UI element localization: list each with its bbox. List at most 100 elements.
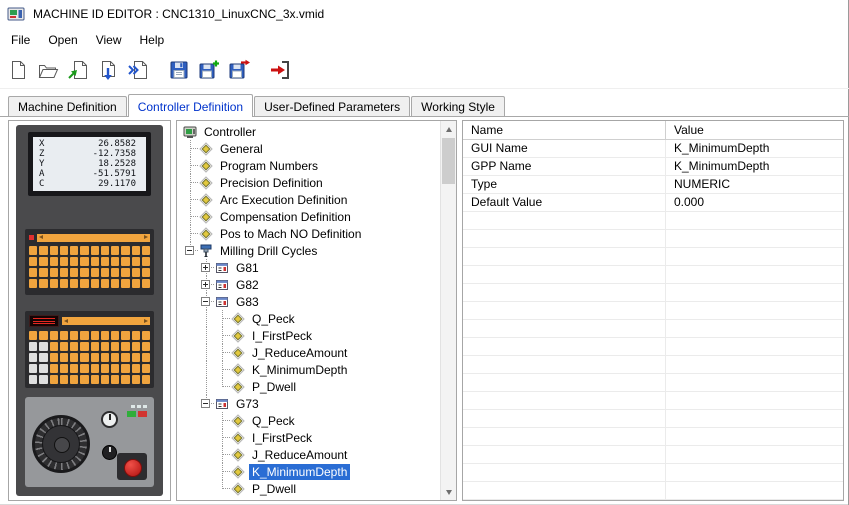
property-row-type[interactable]: Type NUMERIC [463, 176, 843, 194]
property-value [666, 464, 843, 481]
parameter-icon [231, 481, 245, 496]
controller-tree: Controller General Program Numbers Precisio… [179, 123, 439, 497]
tree-item-milling-drill-cycles[interactable]: Milling Drill Cycles [179, 242, 439, 259]
tree-item-g82[interactable]: G82 [179, 276, 439, 293]
menu-help[interactable]: Help [131, 29, 174, 51]
property-row-gpp-name[interactable]: GPP Name K_MinimumDepth [463, 158, 843, 176]
property-row-default-value[interactable]: Default Value 0.000 [463, 194, 843, 212]
key-icon [90, 375, 99, 384]
key-icon [141, 246, 150, 255]
key-icon [29, 279, 38, 288]
tab-controller-definition[interactable]: Controller Definition [127, 94, 254, 117]
key-icon [121, 279, 130, 288]
expand-icon[interactable] [201, 280, 210, 289]
property-row-empty [463, 392, 843, 410]
collapse-icon[interactable] [201, 399, 210, 408]
save-button[interactable] [166, 57, 191, 82]
tree-item-program-numbers[interactable]: Program Numbers [179, 157, 439, 174]
tree-guide [183, 378, 199, 395]
exit-button[interactable] [267, 57, 292, 82]
key-icon [100, 268, 109, 277]
scroll-up-button[interactable] [441, 121, 456, 137]
keyboard-upper [25, 229, 154, 295]
send-document-button[interactable] [125, 57, 150, 82]
key-icon [29, 257, 38, 266]
column-header-name: Name [463, 121, 666, 139]
tree-item-precision-definition[interactable]: Precision Definition [179, 174, 439, 191]
tree-item-j-reduceamount[interactable]: J_ReduceAmount [179, 446, 439, 463]
tree-connector [199, 276, 215, 293]
tree-item-q-peck[interactable]: Q_Peck [179, 310, 439, 327]
tree-item-k-minimumdepth[interactable]: K_MinimumDepth [179, 361, 439, 378]
property-row-gui-name[interactable]: GUI Name K_MinimumDepth [463, 140, 843, 158]
tree-item-k-minimumdepth[interactable]: K_MinimumDepth [179, 463, 439, 480]
key-icon [80, 342, 89, 351]
properties-body: GUI Name K_MinimumDepth GPP Name K_MinimumD… [463, 140, 843, 500]
property-value: 0.000 [674, 195, 705, 209]
diamond-icon [199, 209, 213, 224]
tree-item-general[interactable]: General [179, 140, 439, 157]
key-icon [90, 364, 99, 373]
key-icon [141, 268, 150, 277]
axis-readout-y: Y 18.2528 [39, 159, 136, 169]
menu-open[interactable]: Open [39, 29, 86, 51]
save-export-button[interactable] [226, 57, 251, 82]
scrollbar-thumb[interactable] [442, 138, 455, 184]
tree-item-compensation-definition[interactable]: Compensation Definition [179, 208, 439, 225]
tree-connector [183, 174, 199, 191]
menu-view[interactable]: View [87, 29, 131, 51]
tree-guide [183, 395, 199, 412]
tree-item-p-dwell[interactable]: P_Dwell [179, 480, 439, 497]
tree-item-arc-execution-definition[interactable]: Arc Execution Definition [179, 191, 439, 208]
menu-file[interactable]: File [2, 29, 39, 51]
parameter-icon [231, 328, 245, 343]
property-name [463, 266, 666, 283]
tree-item-label: G81 [236, 260, 259, 275]
key-icon [59, 268, 68, 277]
key-icon [29, 246, 38, 255]
key-icon [121, 246, 130, 255]
diamond-icon [199, 175, 213, 190]
parameter-icon [231, 413, 245, 428]
import-document-button[interactable] [65, 57, 90, 82]
tree-connector [215, 361, 231, 378]
tab-working-style[interactable]: Working Style [411, 96, 505, 116]
tree-scrollbar[interactable] [440, 121, 456, 500]
open-folder-button[interactable] [35, 57, 60, 82]
property-name [463, 464, 666, 481]
tree-item-i-firstpeck[interactable]: I_FirstPeck [179, 327, 439, 344]
scroll-down-button[interactable] [441, 484, 456, 500]
key-icon [141, 364, 150, 373]
tree-item-controller[interactable]: Controller [179, 123, 439, 140]
property-value: K_MinimumDepth [674, 141, 770, 155]
tree-guide [199, 327, 215, 344]
tree-item-j-reduceamount[interactable]: J_ReduceAmount [179, 344, 439, 361]
tree-item-g73[interactable]: G73 [179, 395, 439, 412]
tree-connector [215, 344, 231, 361]
tree-item-g81[interactable]: G81 [179, 259, 439, 276]
save-new-button[interactable] [196, 57, 221, 82]
tree-item-q-peck[interactable]: Q_Peck [179, 412, 439, 429]
new-document-button[interactable] [5, 57, 30, 82]
key-icon [59, 257, 68, 266]
tree-item-g83[interactable]: G83 [179, 293, 439, 310]
tree-item-i-firstpeck[interactable]: I_FirstPeck [179, 429, 439, 446]
expand-icon[interactable] [201, 263, 210, 272]
key-icon [49, 375, 58, 384]
tab-machine-definition[interactable]: Machine Definition [8, 96, 127, 116]
tree-guide [183, 327, 199, 344]
tab-user-defined-parameters[interactable]: User-Defined Parameters [254, 96, 411, 116]
tree-item-p-dwell[interactable]: P_Dwell [179, 378, 439, 395]
key-icon [131, 364, 140, 373]
tree-item-label: I_FirstPeck [252, 328, 313, 343]
tree-item-pos-to-mach-no-definition[interactable]: Pos to Mach NO Definition [179, 225, 439, 242]
key-icon [49, 279, 58, 288]
property-name [463, 338, 666, 355]
collapse-icon[interactable] [185, 246, 194, 255]
collapse-icon[interactable] [201, 297, 210, 306]
key-icon [131, 342, 140, 351]
key-icon [111, 268, 120, 277]
save-document-button[interactable] [95, 57, 120, 82]
key-icon [121, 257, 130, 266]
key-icon [59, 279, 68, 288]
